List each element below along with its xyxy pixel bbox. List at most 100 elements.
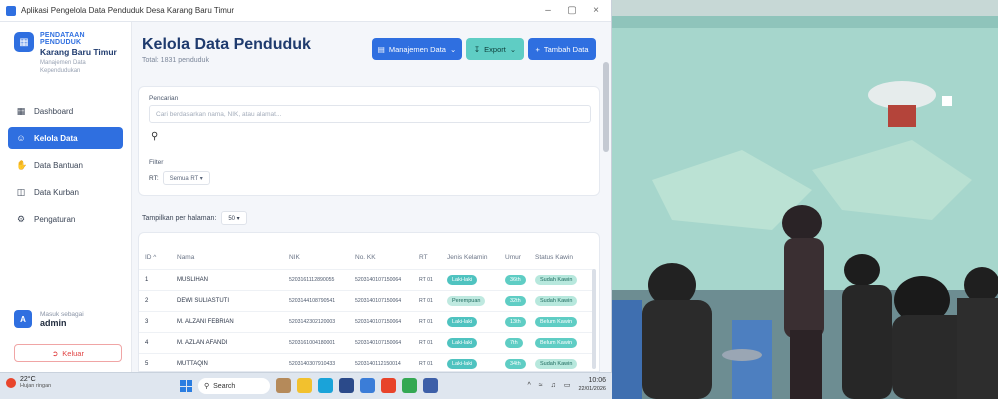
- sidebar-item-data-bantuan[interactable]: ✋ Data Bantuan: [8, 154, 123, 176]
- status-badge: Sudah Kawin: [535, 295, 578, 306]
- cell-kk: 5203140112150014: [349, 352, 413, 371]
- manage-data-button[interactable]: ▤ Manajemen Data ⌄: [372, 38, 462, 60]
- column-header-nik[interactable]: NIK: [283, 247, 349, 269]
- taskbar-app-edge-icon[interactable]: [318, 378, 333, 393]
- cell-nik: 5203142302120003: [283, 310, 349, 332]
- maximize-icon[interactable]: ▢: [567, 5, 577, 16]
- weather-widget[interactable]: 22°C Hujan ringan: [6, 376, 51, 389]
- cell-rt: RT 01: [413, 310, 441, 332]
- table-row[interactable]: 5 MUTTAQIN 5203140307910433 520314011215…: [139, 352, 595, 371]
- main-scrollbar[interactable]: [602, 22, 610, 372]
- close-icon[interactable]: ×: [591, 5, 601, 16]
- hand-icon: ✋: [16, 160, 28, 170]
- taskbar-search[interactable]: ⚲ Search: [198, 378, 270, 394]
- cell-jenis-kelamin: Laki-laki: [441, 352, 499, 371]
- main-content: Kelola Data Penduduk Total: 1831 pendudu…: [132, 22, 611, 372]
- sidebar-item-label: Pengaturan: [34, 214, 76, 224]
- table-row[interactable]: 3 M. ALZANI FEBRIAN 5203142302120003 520…: [139, 310, 595, 332]
- weather-temp: 22°C: [20, 376, 36, 383]
- taskbar-app-word-icon[interactable]: [360, 378, 375, 393]
- column-header-rt[interactable]: RT: [413, 247, 441, 269]
- status-badge: Sudah Kawin: [535, 274, 578, 285]
- cell-nama: M. ALZANI FEBRIAN: [171, 310, 283, 332]
- data-table: ID ^ Nama NIK No. KK RT Jenis Kelamin Um…: [139, 247, 595, 371]
- grid-icon: ▦: [16, 106, 26, 116]
- column-header-kk[interactable]: No. KK: [349, 247, 413, 269]
- minimize-icon[interactable]: –: [543, 5, 553, 16]
- table-row[interactable]: 4 M. AZLAN AFANDI 5203161004180001 52031…: [139, 331, 595, 353]
- sidebar-item-pengaturan[interactable]: ⚙ Pengaturan: [8, 208, 123, 230]
- table-header-row: ID ^ Nama NIK No. KK RT Jenis Kelamin Um…: [139, 247, 595, 269]
- clock-time: 10:06: [588, 377, 606, 384]
- plus-icon: +: [535, 44, 540, 54]
- cell-umur: 7th: [499, 331, 529, 353]
- main-scrollbar-thumb[interactable]: [603, 62, 609, 152]
- taskbar: 22°C Hujan ringan ⚲ Search ^ ≈ ♫ ▭ 10:06…: [0, 372, 612, 399]
- taskbar-app-store-icon[interactable]: [339, 378, 354, 393]
- column-header-umur[interactable]: Umur: [499, 247, 529, 269]
- gift-icon: ◫: [16, 187, 26, 197]
- sidebar: ▦ PENDATAAN PENDUDUK Karang Baru Timur M…: [0, 22, 132, 372]
- brand-kicker: PENDATAAN PENDUDUK: [40, 32, 85, 46]
- cell-umur: 36th: [499, 268, 529, 290]
- page-subtitle: Total: 1831 penduduk: [142, 57, 209, 64]
- cell-kk: 5203140107150064: [349, 331, 413, 353]
- cell-jenis-kelamin: Laki-laki: [441, 268, 499, 290]
- per-page-label: Tampilkan per halaman:: [142, 214, 217, 222]
- logout-button[interactable]: ➲ Keluar: [14, 344, 122, 362]
- sidebar-item-dashboard[interactable]: ▦ Dashboard: [8, 100, 123, 122]
- sidebar-item-data-kurban[interactable]: ◫ Data Kurban: [8, 181, 123, 203]
- cell-status: Sudah Kawin: [529, 289, 595, 311]
- gender-badge: Laki-laki: [447, 337, 478, 348]
- brand: ▦ PENDATAAN PENDUDUK Karang Baru Timur M…: [0, 22, 131, 75]
- export-button[interactable]: ↧ Export ⌄: [466, 38, 524, 60]
- avatar: A: [14, 310, 32, 328]
- wifi-icon[interactable]: ≈: [539, 382, 543, 389]
- search-icon: ⚲: [204, 383, 210, 390]
- gender-badge: Laki-laki: [447, 316, 478, 327]
- search-input[interactable]: Cari berdasarkan nama, NIK, atau alamat.…: [149, 105, 591, 123]
- cell-nama: DEWI SULIASTUTI: [171, 289, 283, 311]
- cell-id: 3: [139, 310, 171, 332]
- cell-status: Sudah Kawin: [529, 352, 595, 371]
- cell-id: 5: [139, 352, 171, 371]
- column-header-nama[interactable]: Nama: [171, 247, 283, 269]
- table-row[interactable]: 2 DEWI SULIASTUTI 5203144108790541 52031…: [139, 289, 595, 311]
- column-header-id[interactable]: ID ^: [139, 247, 171, 269]
- table-row[interactable]: 1 MUSLIHAN 5203161112890055 520314010715…: [139, 268, 595, 290]
- manage-data-label: Manajemen Data: [388, 44, 446, 54]
- brand-logo-icon: ▦: [14, 32, 34, 52]
- cell-jenis-kelamin: Laki-laki: [441, 331, 499, 353]
- clock[interactable]: 10:06 22/01/2026: [578, 377, 606, 393]
- brand-name: Karang Baru Timur: [40, 47, 117, 57]
- per-page-control: Tampilkan per halaman: 50 ▾: [142, 211, 247, 225]
- app-icon: [6, 5, 16, 16]
- taskbar-app-photos-icon[interactable]: [276, 378, 291, 393]
- per-page-select[interactable]: 50 ▾: [221, 211, 247, 225]
- column-header-status-kawin[interactable]: Status Kawin: [529, 247, 595, 269]
- cell-nik: 5203144108790541: [283, 289, 349, 311]
- sidebar-item-label: Data Kurban: [34, 187, 79, 197]
- cell-nik: 5203140307910433: [283, 352, 349, 371]
- volume-icon[interactable]: ♫: [551, 382, 556, 389]
- cell-nama: MUTTAQIN: [171, 352, 283, 371]
- presentation-photo: [612, 0, 998, 399]
- age-badge: 36th: [505, 274, 526, 285]
- age-badge: 32th: [505, 295, 526, 306]
- column-header-jenis-kelamin[interactable]: Jenis Kelamin: [441, 247, 499, 269]
- search-icon[interactable]: ⚲: [151, 131, 158, 142]
- taskbar-app-active-icon[interactable]: [423, 378, 438, 393]
- taskbar-app-folder-icon[interactable]: [297, 378, 312, 393]
- tray-chevron-up-icon[interactable]: ^: [527, 382, 530, 389]
- rt-select[interactable]: Semua RT ▾: [162, 171, 210, 185]
- taskbar-app-firefox-icon[interactable]: [381, 378, 396, 393]
- cell-umur: 34th: [499, 352, 529, 371]
- table-scrollbar[interactable]: [592, 269, 596, 369]
- taskbar-app-chrome-icon[interactable]: [402, 378, 417, 393]
- add-data-button[interactable]: + Tambah Data: [528, 38, 596, 60]
- battery-icon[interactable]: ▭: [564, 381, 571, 389]
- sidebar-item-kelola-data[interactable]: ☺ Kelola Data: [8, 127, 123, 149]
- cell-id: 1: [139, 268, 171, 290]
- gender-badge: Perempuan: [447, 295, 486, 306]
- windows-start-icon[interactable]: [180, 380, 192, 392]
